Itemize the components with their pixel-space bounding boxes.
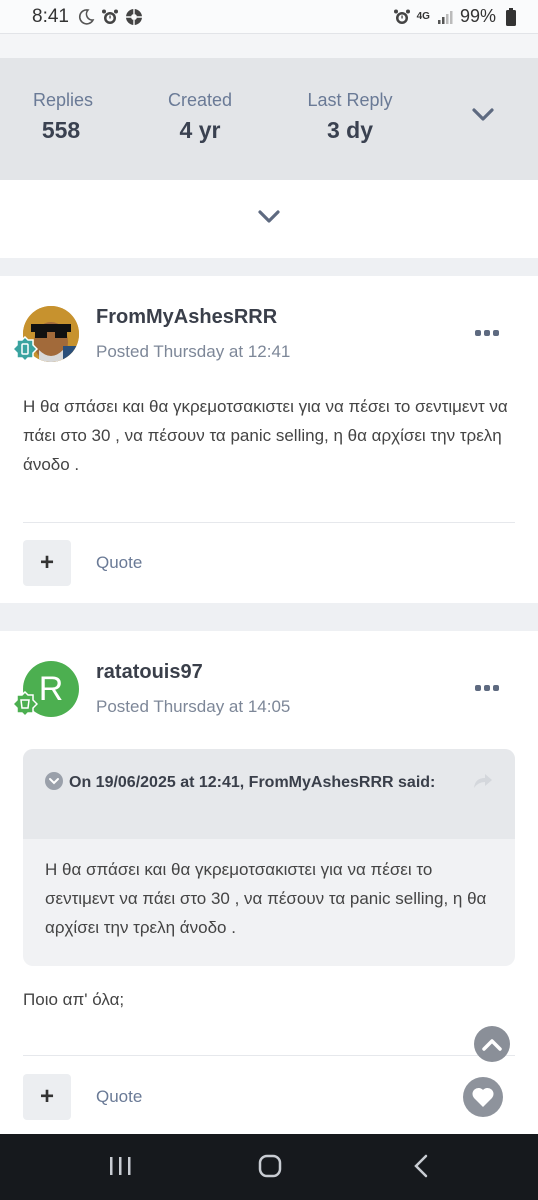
stat-last-reply: Last Reply 3 dy bbox=[300, 90, 400, 144]
share-icon[interactable] bbox=[473, 771, 493, 799]
stat-created: Created 4 yr bbox=[160, 90, 240, 144]
last-reply-label: Last Reply bbox=[307, 90, 393, 110]
plus-button[interactable]: + bbox=[23, 540, 71, 586]
quote-content: Η θα σπάσει και θα γκρεμοτσακιστει για ν… bbox=[45, 860, 487, 937]
rank-badge-icon bbox=[11, 690, 39, 718]
status-time: 8:41 bbox=[32, 5, 69, 27]
heart-icon[interactable] bbox=[463, 1077, 503, 1117]
quote-button[interactable]: Quote bbox=[96, 1087, 142, 1107]
expand-toggle-row[interactable] bbox=[0, 180, 538, 258]
divider bbox=[23, 522, 515, 523]
chevron-down-icon[interactable] bbox=[472, 108, 494, 127]
avatar-letter: R bbox=[38, 669, 64, 708]
post-timestamp[interactable]: Posted Thursday at 14:05 bbox=[96, 697, 290, 717]
recents-icon[interactable] bbox=[108, 1154, 132, 1183]
alarm-icon bbox=[101, 8, 119, 26]
quote-header: On 19/06/2025 at 12:41, FromMyAshesRRR s… bbox=[23, 749, 515, 839]
battery-icon bbox=[502, 7, 520, 26]
battery-percent: 99% bbox=[459, 6, 496, 26]
last-reply-value: 3 dy bbox=[326, 117, 374, 143]
quote-attribution[interactable]: On 19/06/2025 at 12:41, FromMyAshesRRR s… bbox=[69, 774, 435, 791]
created-label: Created bbox=[167, 90, 233, 110]
post-timestamp[interactable]: Posted Thursday at 12:41 bbox=[96, 342, 290, 362]
quote-button[interactable]: Quote bbox=[96, 553, 142, 573]
top-spacer bbox=[0, 34, 538, 58]
quote-block: On 19/06/2025 at 12:41, FromMyAshesRRR s… bbox=[23, 749, 515, 966]
status-bar: 8:41 4G 99% bbox=[0, 0, 538, 34]
replies-label: Replies bbox=[33, 90, 94, 110]
more-icon[interactable] bbox=[475, 685, 499, 691]
system-nav-bar bbox=[0, 1134, 538, 1200]
home-icon[interactable] bbox=[258, 1154, 282, 1183]
chevron-down-icon[interactable] bbox=[258, 209, 280, 229]
scroll-top-icon[interactable] bbox=[474, 1026, 510, 1062]
divider bbox=[23, 1055, 515, 1056]
stat-replies: Replies 558 bbox=[33, 90, 93, 144]
post-author[interactable]: ratatouis97 bbox=[96, 661, 203, 684]
post-1: FromMyAshesRRR Posted Thursday at 12:41 … bbox=[0, 276, 538, 603]
signal-icon bbox=[436, 8, 454, 26]
post-author[interactable]: FromMyAshesRRR bbox=[96, 306, 277, 329]
post-2: R ratatouis97 Posted Thursday at 14:05 O… bbox=[0, 631, 538, 1134]
network-type: 4G bbox=[416, 10, 430, 22]
post-content: Η θα σπάσει και θα γκρεμοτσακιστει για ν… bbox=[23, 397, 508, 474]
post-content: Ποιο απ' όλα; bbox=[23, 990, 125, 1009]
back-icon[interactable] bbox=[410, 1154, 434, 1183]
topic-stats-bar: Replies 558 Created 4 yr Last Reply 3 dy bbox=[0, 58, 538, 180]
chevron-down-icon[interactable] bbox=[45, 772, 63, 790]
rank-badge-icon bbox=[11, 335, 39, 363]
moon-icon bbox=[77, 8, 95, 26]
created-value: 4 yr bbox=[179, 117, 221, 143]
plus-button[interactable]: + bbox=[23, 1074, 71, 1120]
alarm-icon bbox=[393, 8, 411, 26]
settings-icon bbox=[125, 8, 143, 26]
more-icon[interactable] bbox=[475, 330, 499, 336]
replies-value: 558 bbox=[41, 117, 81, 143]
